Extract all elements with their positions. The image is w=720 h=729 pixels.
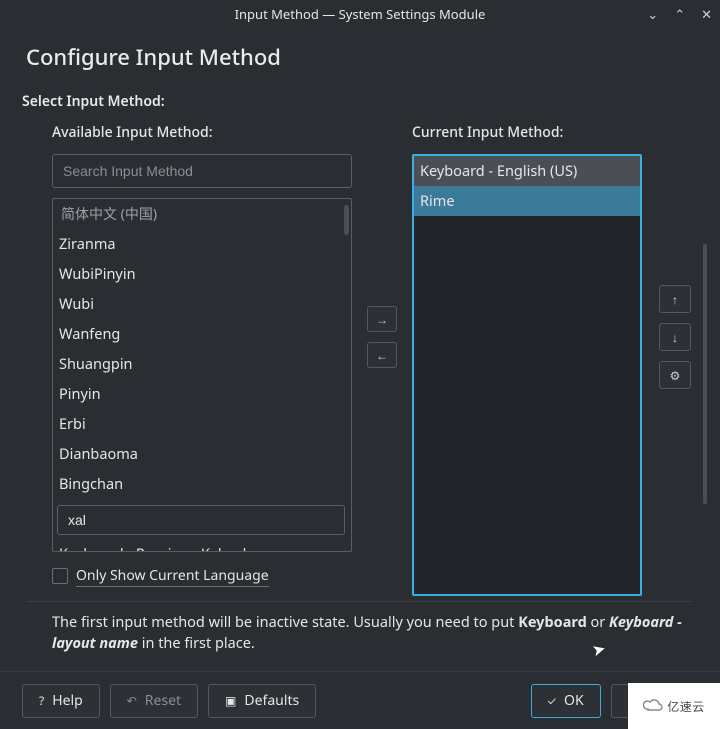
reset-button[interactable]: ↶Reset — [110, 684, 198, 718]
move-down-button[interactable]: ↓ — [659, 323, 691, 351]
help-button[interactable]: ?Help — [22, 684, 100, 718]
scrollbar-thumb[interactable] — [703, 244, 707, 504]
filter-input[interactable] — [68, 512, 334, 528]
arrow-down-icon: ↓ — [672, 329, 678, 346]
defaults-button[interactable]: ▣Defaults — [208, 684, 316, 718]
page-title: Configure Input Method — [0, 28, 720, 82]
list-item[interactable]: Wanfeng — [53, 319, 351, 349]
list-item[interactable]: Pinyin — [53, 379, 351, 409]
arrow-left-icon: ← — [376, 347, 388, 364]
undo-icon: ↶ — [127, 692, 137, 709]
available-listbox[interactable]: 简体中文 (中国) Ziranma WubiPinyin Wubi Wanfen… — [52, 198, 352, 552]
cloud-icon — [643, 696, 663, 716]
gear-icon: ⚙ — [670, 367, 681, 384]
ok-button[interactable]: ✓OK — [531, 684, 601, 718]
list-group-header: 简体中文 (中国) — [53, 199, 351, 229]
remove-button[interactable]: ← — [367, 342, 397, 368]
list-item[interactable]: WubiPinyin — [53, 259, 351, 289]
list-item[interactable]: Dianbaoma — [53, 439, 351, 469]
hint-text: The first input method will be inactive … — [52, 612, 692, 656]
search-input-wrap[interactable] — [52, 154, 352, 188]
content-scrollbar[interactable] — [702, 92, 708, 655]
only-show-checkbox[interactable] — [52, 568, 68, 584]
search-input[interactable] — [63, 163, 341, 179]
defaults-icon: ▣ — [225, 692, 236, 709]
maximize-icon[interactable]: ⌃ — [674, 5, 685, 23]
add-button[interactable]: → — [367, 306, 397, 332]
minimize-icon[interactable]: ⌄ — [647, 5, 658, 23]
only-show-label[interactable]: Only Show Current Language — [76, 566, 269, 587]
list-item[interactable]: Keyboard - English (US) — [414, 156, 640, 186]
configure-button[interactable]: ⚙ — [659, 361, 691, 389]
list-item[interactable]: Ziranma — [53, 229, 351, 259]
list-item[interactable]: Shuangpin — [53, 349, 351, 379]
close-icon[interactable]: ✕ — [701, 5, 712, 23]
current-listbox[interactable]: Keyboard - English (US) Rime — [412, 154, 642, 596]
list-item[interactable]: Wubi — [53, 289, 351, 319]
list-item[interactable]: Erbi — [53, 409, 351, 439]
list-item[interactable]: Bingchan — [53, 469, 351, 499]
list-item[interactable]: Rime — [414, 186, 640, 216]
list-item[interactable]: Keyboard - Russian - Kalmyk — [53, 539, 351, 552]
footer: ?Help ↶Reset ▣Defaults ✓OK ✓Apply — [0, 671, 720, 729]
available-heading: Available Input Method: — [52, 123, 352, 142]
section-label: Select Input Method: — [22, 92, 696, 111]
question-icon: ? — [39, 692, 44, 709]
move-up-button[interactable]: ↑ — [659, 285, 691, 313]
check-icon: ✓ — [548, 692, 556, 709]
arrow-right-icon: → — [376, 311, 388, 328]
current-heading: Current Input Method: — [412, 123, 642, 142]
arrow-up-icon: ↑ — [672, 291, 678, 308]
scrollbar-thumb[interactable] — [344, 205, 349, 235]
window-title: Input Method — System Settings Module — [235, 5, 486, 23]
watermark-logo: 亿速云 — [628, 683, 720, 729]
